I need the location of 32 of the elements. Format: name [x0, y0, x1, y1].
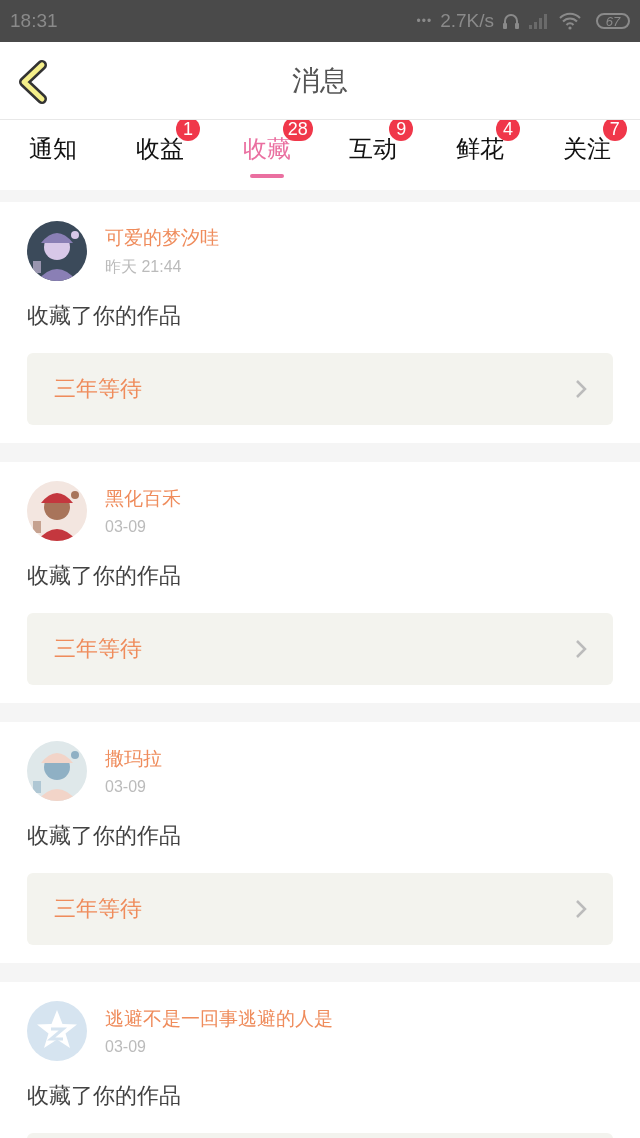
chevron-right-icon	[575, 899, 587, 919]
chevron-right-icon	[575, 379, 587, 399]
work-link[interactable]: 三年等待	[27, 353, 613, 425]
back-button[interactable]	[16, 60, 50, 104]
message-time: 03-09	[105, 518, 147, 536]
message-time: 03-09	[105, 1038, 147, 1056]
user-name[interactable]: 黑化百禾	[105, 486, 181, 512]
message-time: 03-09	[105, 778, 147, 796]
headphones-icon	[502, 12, 520, 30]
clock: 18:31	[10, 10, 58, 32]
user-name[interactable]: 可爱的梦汐哇	[105, 224, 219, 251]
chevron-right-icon	[575, 639, 587, 659]
page-title: 消息	[292, 62, 348, 99]
network-speed: 2.7K/s	[440, 10, 494, 32]
message-time: 昨天 21:44	[105, 256, 183, 277]
battery-icon: 67	[596, 13, 630, 29]
message-text: 收藏了你的作品	[27, 562, 182, 590]
message-text: 收藏了你的作品	[27, 1082, 182, 1110]
count-badge: 7	[602, 120, 627, 141]
work-link[interactable]: 三年等待	[27, 873, 613, 945]
tab-underline	[249, 174, 284, 178]
tab[interactable]: 通知	[29, 120, 78, 178]
user-name[interactable]: 撒玛拉	[105, 746, 162, 772]
user-name[interactable]: 逃避不是一回事逃避的人是	[105, 1006, 333, 1032]
more-dots: •••	[416, 14, 433, 28]
work-link[interactable]: 三年等待	[27, 613, 613, 685]
message-text: 收藏了你的作品	[27, 822, 182, 850]
signal-icon	[528, 12, 550, 30]
message-text: 收藏了你的作品	[27, 302, 182, 330]
count-badge: 9	[389, 120, 414, 141]
default-avatar-icon	[27, 1001, 87, 1061]
wifi-icon	[558, 12, 582, 30]
